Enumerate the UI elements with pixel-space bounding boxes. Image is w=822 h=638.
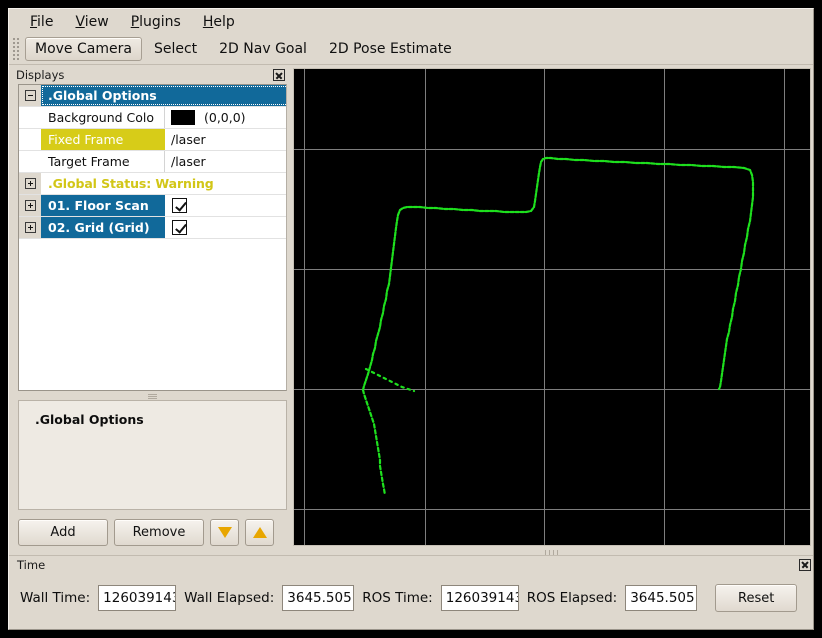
- tool-move-camera[interactable]: Move Camera: [25, 37, 142, 61]
- ros-elapsed-label: ROS Elapsed:: [527, 590, 617, 606]
- tree-label: 01. Floor Scan: [41, 195, 165, 216]
- menu-view[interactable]: View: [64, 12, 119, 32]
- tree-row-fixed-frame[interactable]: Fixed Frame /laser: [19, 129, 286, 151]
- arrow-down-icon: [218, 527, 232, 538]
- tool-2d-pose-estimate[interactable]: 2D Pose Estimate: [319, 37, 462, 61]
- toolbar-drag-handle[interactable]: [11, 36, 21, 62]
- move-down-button[interactable]: [210, 519, 239, 546]
- color-value: (0,0,0): [204, 110, 246, 125]
- menu-file[interactable]: File: [19, 12, 64, 32]
- wall-time-label: Wall Time:: [20, 590, 90, 606]
- wall-time-input[interactable]: 1260391432: [98, 585, 176, 611]
- displays-vertical-splitter[interactable]: [18, 392, 287, 400]
- wall-elapsed-label: Wall Elapsed:: [184, 590, 274, 606]
- displays-tree[interactable]: .Global Options Background Colo (0,0,0) …: [18, 84, 287, 391]
- tree-row-global-status[interactable]: .Global Status: Warning: [19, 173, 286, 195]
- menu-help[interactable]: Help: [192, 12, 246, 32]
- time-panel: Time Wall Time: 1260391432 Wall Elapsed:…: [9, 555, 814, 630]
- expander-minus-icon[interactable]: [19, 85, 41, 106]
- displays-button-row: Add Remove: [18, 517, 287, 547]
- menu-plugins[interactable]: Plugins: [120, 12, 192, 32]
- time-panel-title: Time: [17, 558, 45, 572]
- wall-elapsed-input[interactable]: 3645.505: [282, 585, 354, 611]
- tree-row-floor-scan[interactable]: 01. Floor Scan: [19, 195, 286, 217]
- tree-label: .Global Status: Warning: [41, 173, 281, 194]
- laser-scan-points: [294, 69, 811, 546]
- rviz-main-window: File View Plugins Help Move Camera Selec…: [8, 8, 814, 630]
- displays-panel-title: Displays: [16, 68, 64, 82]
- reset-button[interactable]: Reset: [715, 584, 797, 612]
- description-pane: .Global Options: [18, 400, 287, 510]
- tree-row-grid[interactable]: 02. Grid (Grid): [19, 217, 286, 239]
- tree-label: Target Frame: [41, 151, 165, 172]
- expander-placeholder: [19, 107, 41, 128]
- tool-select[interactable]: Select: [144, 37, 207, 61]
- expander-placeholder: [19, 151, 41, 172]
- tree-value-cell: [165, 195, 286, 216]
- expander-plus-icon[interactable]: [19, 173, 41, 194]
- arrow-up-icon: [253, 527, 267, 538]
- color-swatch[interactable]: [171, 110, 195, 125]
- tree-row-target-frame[interactable]: Target Frame /laser: [19, 151, 286, 173]
- expander-plus-icon[interactable]: [19, 195, 41, 216]
- ros-time-label: ROS Time:: [362, 590, 432, 606]
- expander-plus-icon[interactable]: [19, 217, 41, 238]
- expander-placeholder: [19, 129, 41, 150]
- tree-label: 02. Grid (Grid): [41, 217, 165, 238]
- tree-value-cell: [165, 217, 286, 238]
- close-icon[interactable]: [273, 69, 285, 81]
- tree-value[interactable]: /laser: [165, 129, 286, 150]
- remove-button[interactable]: Remove: [114, 519, 204, 546]
- time-panel-titlebar: Time: [9, 556, 814, 573]
- tree-value[interactable]: /laser: [165, 151, 286, 172]
- tree-value-cell[interactable]: (0,0,0): [165, 107, 286, 128]
- tree-label: .Global Options: [41, 85, 287, 106]
- move-up-button[interactable]: [245, 519, 274, 546]
- tool-bar: Move Camera Select 2D Nav Goal 2D Pose E…: [9, 34, 814, 65]
- displays-panel: Displays .Global Options Background Colo…: [11, 67, 287, 551]
- tree-row-global-options[interactable]: .Global Options: [19, 85, 286, 107]
- ros-time-input[interactable]: 1260391432: [441, 585, 519, 611]
- tree-label: Fixed Frame: [41, 129, 165, 150]
- time-fields-row: Wall Time: 1260391432 Wall Elapsed: 3645…: [9, 581, 814, 615]
- menu-bar: File View Plugins Help: [9, 9, 814, 34]
- tool-2d-nav-goal[interactable]: 2D Nav Goal: [209, 37, 317, 61]
- ros-elapsed-input[interactable]: 3645.505: [625, 585, 697, 611]
- splitter-grip-icon: [148, 394, 157, 399]
- render-view-container: [288, 65, 814, 549]
- tree-label: Background Colo: [41, 107, 165, 128]
- enable-checkbox[interactable]: [172, 198, 187, 213]
- tree-empty-area: [19, 239, 286, 379]
- displays-panel-titlebar: Displays: [11, 67, 287, 83]
- add-button[interactable]: Add: [18, 519, 108, 546]
- tree-row-background-color[interactable]: Background Colo (0,0,0): [19, 107, 286, 129]
- close-icon[interactable]: [799, 559, 811, 571]
- 3d-render-view[interactable]: [293, 68, 811, 546]
- enable-checkbox[interactable]: [172, 220, 187, 235]
- description-text: .Global Options: [19, 401, 286, 427]
